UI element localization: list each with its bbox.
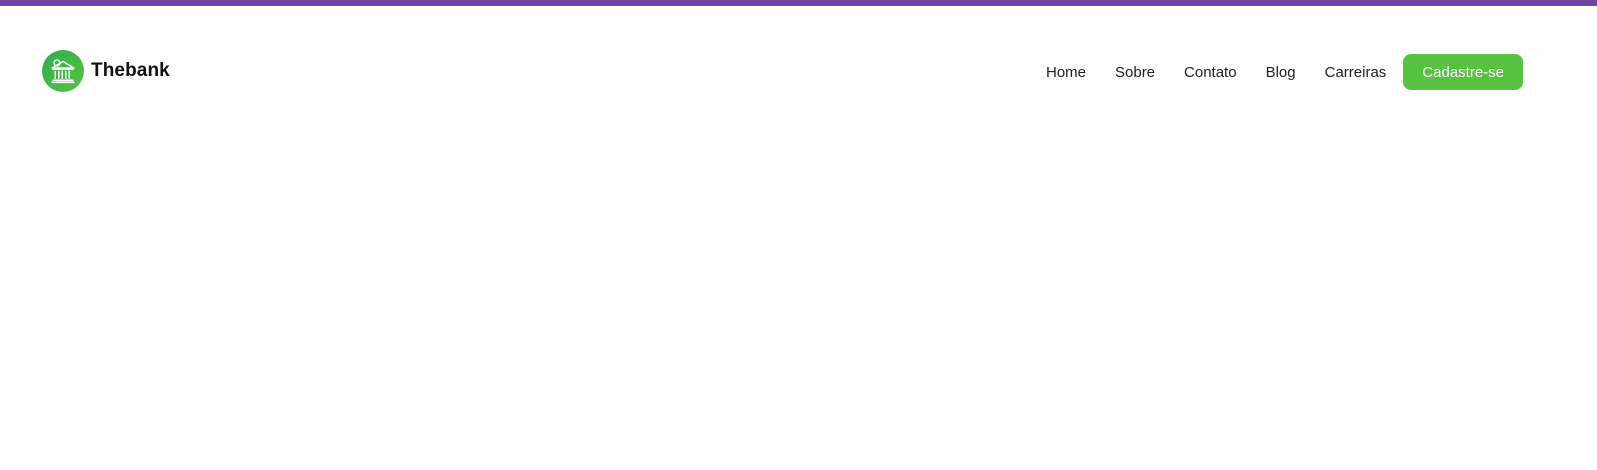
nav-link-home[interactable]: Home <box>1046 64 1086 81</box>
bank-building-icon <box>42 50 84 92</box>
nav-link-blog[interactable]: Blog <box>1266 64 1296 81</box>
signup-button[interactable]: Cadastre-se <box>1403 54 1523 90</box>
brand-logo-link[interactable]: Thebank <box>42 50 170 92</box>
nav-link-sobre[interactable]: Sobre <box>1115 64 1155 81</box>
nav-link-carreiras[interactable]: Carreiras <box>1325 64 1387 81</box>
site-header: Thebank Home Sobre Contato Blog Carreira… <box>0 6 1597 138</box>
nav-link-contato[interactable]: Contato <box>1184 64 1237 81</box>
brand-name: Thebank <box>91 60 170 81</box>
main-nav: Home Sobre Contato Blog Carreiras Cadast… <box>1046 54 1523 90</box>
